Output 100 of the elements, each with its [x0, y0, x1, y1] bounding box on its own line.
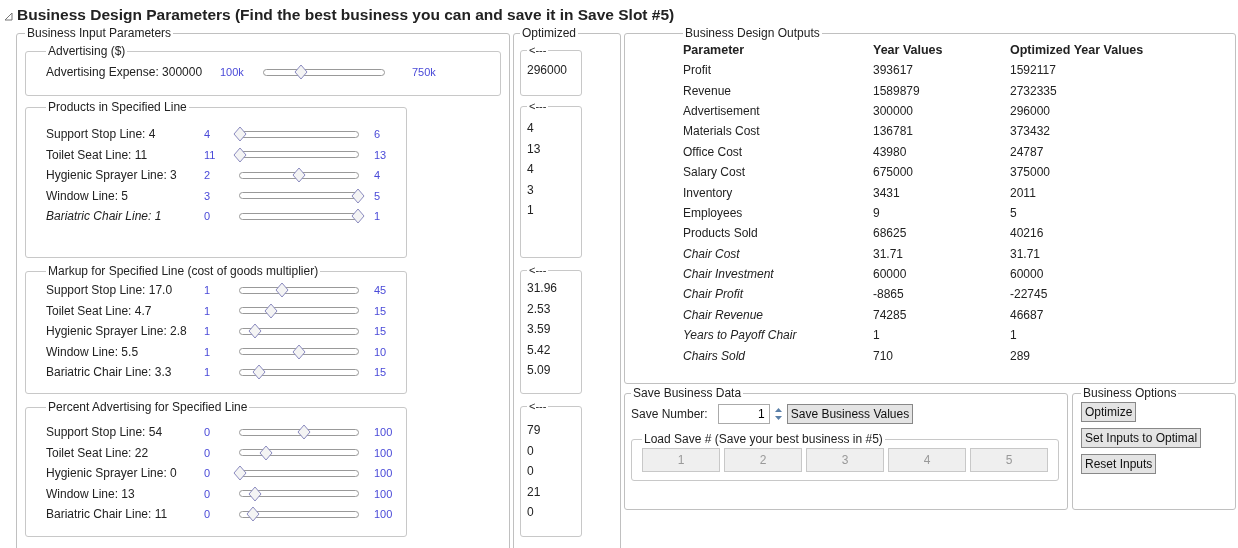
- min-label: 1: [203, 304, 212, 317]
- slider-thumb[interactable]: [233, 465, 247, 482]
- panel-title: Business Input Parameters: [26, 26, 173, 40]
- min-label: 1: [203, 325, 212, 338]
- slider-thumb[interactable]: [248, 485, 263, 502]
- optimized-value: 3.59: [527, 322, 551, 336]
- table-cell: Chair Cost: [683, 243, 873, 264]
- slider-label: Bariatric Chair Line: 11: [46, 507, 169, 522]
- option-button[interactable]: Optimize: [1081, 402, 1137, 422]
- slider-thumb[interactable]: [248, 323, 263, 340]
- group-title: Load Save # (Save your best business in #5): [643, 432, 884, 446]
- table-cell: Profit: [683, 60, 873, 81]
- min-label: 11: [203, 148, 217, 161]
- arrow-label: <---: [528, 44, 548, 56]
- max-label: 15: [373, 325, 388, 338]
- column-header: Year Values: [873, 40, 1010, 60]
- optimized-value: 4: [527, 121, 534, 135]
- optimized-value: 3: [527, 182, 534, 197]
- optimized-value: 31.96: [527, 281, 558, 295]
- table-cell: Inventory: [683, 182, 873, 203]
- disclosure-icon[interactable]: [4, 11, 13, 21]
- max-label: 100: [373, 508, 394, 521]
- optimized-value: 5.09: [527, 363, 551, 377]
- min-label: 2: [203, 169, 212, 182]
- table-cell-text: 289: [1010, 347, 1032, 365]
- optimized-value: 21: [527, 484, 541, 499]
- table-cell-text: 2011: [1010, 184, 1037, 202]
- table-cell-text: 31.71: [1010, 245, 1042, 263]
- slider-label: Support Stop Line: 17.0: [46, 283, 174, 298]
- table-cell-text: -22745: [1010, 286, 1049, 304]
- max-label: 15: [373, 366, 388, 379]
- optimized-value: 4: [527, 162, 534, 176]
- optimized-value: 0: [527, 443, 534, 458]
- column-header: Optimized Year Values: [1010, 42, 1144, 59]
- slider-thumb[interactable]: [292, 167, 306, 184]
- slider-thumb[interactable]: [245, 506, 260, 523]
- slider-thumb[interactable]: [251, 364, 266, 381]
- arrow-label: <---: [528, 400, 548, 412]
- slider-thumb[interactable]: [294, 64, 309, 81]
- slider-thumb[interactable]: [292, 343, 306, 360]
- min-label: 0: [203, 446, 212, 459]
- option-button[interactable]: Reset Inputs: [1081, 454, 1157, 474]
- table-cell: 710: [873, 345, 1010, 366]
- slider-thumb[interactable]: [351, 187, 365, 204]
- table-cell-text: 1: [1010, 327, 1018, 345]
- slider-thumb[interactable]: [275, 282, 290, 299]
- save-number-field[interactable]: 1: [717, 404, 770, 424]
- arrow-label: <---: [528, 264, 548, 276]
- table-cell: 3431: [873, 182, 1010, 203]
- slider-thumb[interactable]: [233, 126, 247, 143]
- slider-thumb[interactable]: [263, 302, 278, 319]
- min-label: 1: [203, 366, 212, 379]
- table-cell: 300000: [873, 100, 1010, 122]
- slider-label: Window Line: 5: [46, 188, 130, 203]
- table-cell: Revenue: [683, 80, 873, 101]
- max-label: 100: [373, 467, 394, 480]
- max-label: 45: [373, 284, 388, 297]
- table-cell: Products Sold: [683, 223, 873, 244]
- table-cell: -8865: [873, 284, 1010, 305]
- optimized-value: 79: [527, 423, 541, 437]
- panel-title: Business Options: [1082, 386, 1178, 400]
- slider-label: Toilet Seat Line: 4.7: [46, 303, 153, 318]
- slider-label: Window Line: 5.5: [46, 344, 140, 359]
- slider-label: Support Stop Line: 54: [46, 425, 164, 440]
- min-label: 0: [203, 210, 212, 223]
- max-label: 100: [373, 426, 394, 439]
- slider-label: Hygienic Sprayer Line: 2.8: [46, 324, 188, 339]
- slider-label: Toilet Seat Line: 11: [46, 147, 149, 162]
- min-label: 0: [203, 426, 212, 439]
- table-cell: 393617: [873, 60, 1010, 81]
- group-title: Markup for Specified Line (cost of goods multiplier): [47, 264, 320, 278]
- slider-label: Support Stop Line: 4: [46, 127, 157, 142]
- slider-thumb[interactable]: [351, 208, 365, 225]
- table-cell-text: 40216: [1010, 225, 1045, 243]
- table-cell: 60000: [873, 263, 1010, 285]
- max-label: 6: [373, 128, 382, 141]
- max-label: 1: [373, 210, 382, 223]
- optimized-value: 5.42: [527, 342, 551, 357]
- arrow-label: <---: [528, 100, 548, 112]
- table-cell-text: 46687: [1010, 306, 1045, 324]
- slider-label: Hygienic Sprayer Line: 3: [46, 168, 178, 183]
- slider-label: Bariatric Chair Line: 3.3: [46, 365, 173, 380]
- option-button[interactable]: Set Inputs to Optimal: [1081, 428, 1202, 448]
- save-number-label: Save Number:: [631, 407, 708, 421]
- min-label: 0: [203, 508, 212, 521]
- table-cell: Chair Revenue: [683, 304, 873, 326]
- save-values-button[interactable]: Save Business Values: [786, 404, 914, 424]
- optimized-value: 1: [527, 203, 534, 217]
- slider-thumb[interactable]: [258, 444, 273, 461]
- table-cell-text: 1592117: [1010, 62, 1057, 80]
- table-cell-text: 5: [1010, 204, 1018, 222]
- table-cell: 31.71: [873, 243, 1010, 264]
- optimized-value: 0: [527, 464, 534, 478]
- group-title: Advertising ($): [47, 44, 127, 58]
- slider-thumb[interactable]: [296, 424, 311, 441]
- spinner-icon[interactable]: [773, 406, 783, 422]
- min-label: 3: [203, 189, 212, 202]
- slider-thumb[interactable]: [233, 146, 247, 163]
- table-cell: Years to Payoff Chair: [683, 325, 873, 346]
- optimized-value: 13: [527, 141, 541, 156]
